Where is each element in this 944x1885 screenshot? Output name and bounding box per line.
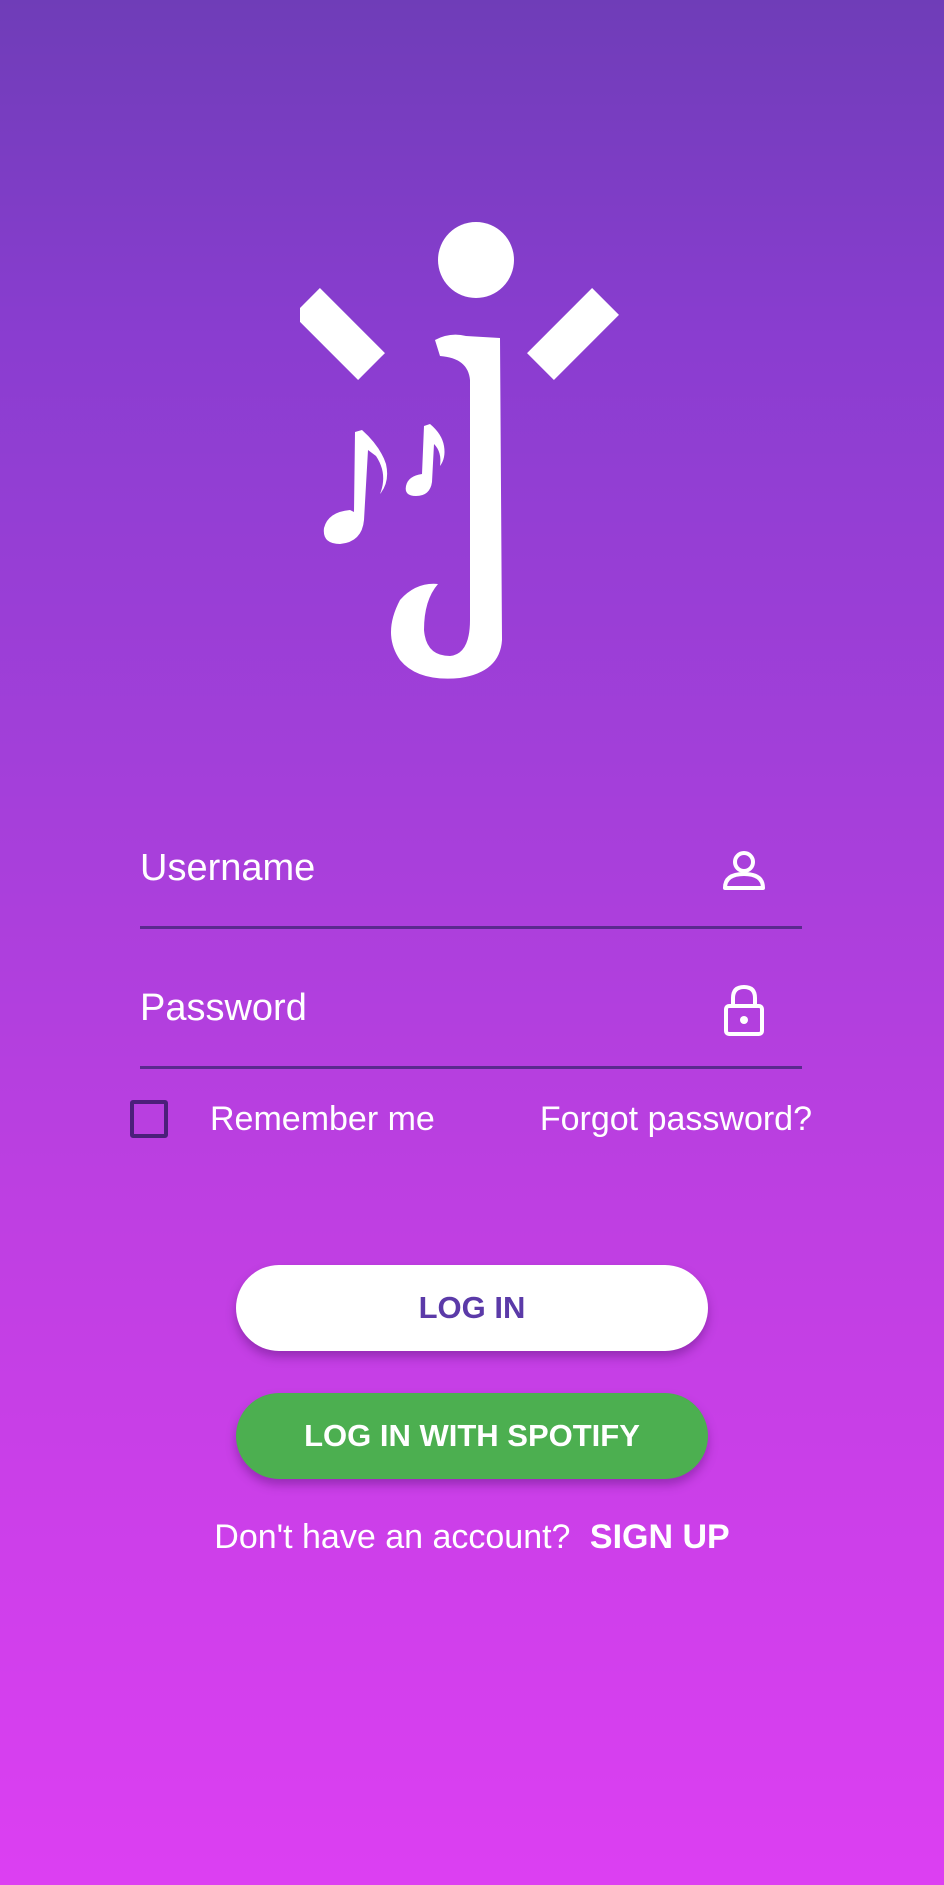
person-icon <box>723 851 765 890</box>
password-field[interactable] <box>140 966 802 1069</box>
password-input[interactable] <box>140 978 700 1038</box>
username-input[interactable] <box>140 838 700 898</box>
spotify-login-button[interactable]: LOG IN WITH SPOTIFY <box>236 1393 708 1479</box>
username-field[interactable] <box>140 826 802 929</box>
signup-prompt: Don't have an account? <box>214 1518 571 1556</box>
app-logo <box>300 222 619 679</box>
login-button[interactable]: LOG IN <box>236 1265 708 1351</box>
remember-checkbox[interactable] <box>130 1100 168 1138</box>
lock-icon <box>724 984 764 1036</box>
forgot-password-link[interactable]: Forgot password? <box>540 1100 812 1139</box>
signup-link[interactable]: SIGN UP <box>590 1518 730 1556</box>
signup-row: Don't have an account? SIGN UP <box>0 1518 944 1557</box>
remember-row: Remember me Forgot password? <box>128 1096 818 1146</box>
login-screen: Remember me Forgot password? LOG IN LOG … <box>0 0 944 1885</box>
remember-label[interactable]: Remember me <box>210 1100 435 1139</box>
